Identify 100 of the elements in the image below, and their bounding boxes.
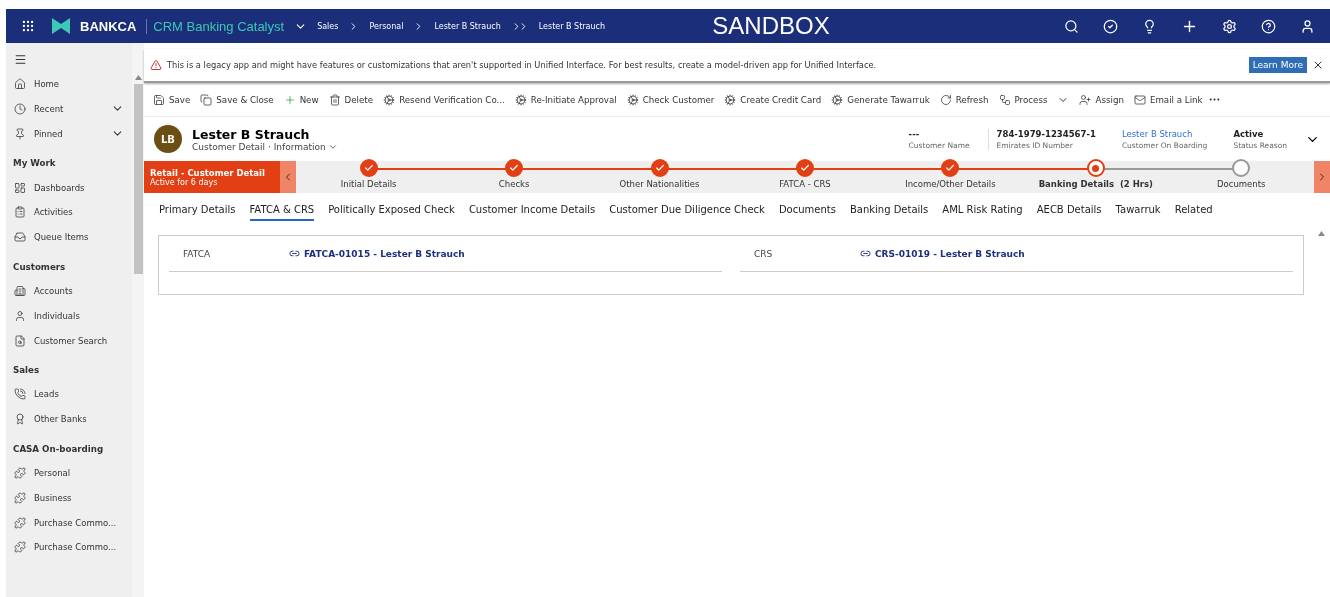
stage-label: Other Nationalities <box>619 179 700 189</box>
person-icon <box>1300 18 1315 34</box>
building-icon <box>14 284 26 297</box>
field-link[interactable]: Lester B Strauch <box>1121 128 1208 139</box>
save-icon <box>153 93 165 106</box>
stage-label: FATCA - CRS <box>779 179 831 189</box>
command-button[interactable]: Save & Close <box>195 93 279 106</box>
sidebar-item[interactable]: Customer Search <box>34 335 108 346</box>
gear-icon <box>724 93 737 106</box>
breadcrumb[interactable]: Lester B Strauch <box>538 21 605 31</box>
menu-icon[interactable] <box>14 52 27 66</box>
stage-node[interactable] <box>1086 159 1105 177</box>
field-label: CRS <box>753 248 774 259</box>
sidebar-item[interactable]: Other Banks <box>34 414 87 425</box>
command-button[interactable]: Process <box>993 93 1075 106</box>
close-icon[interactable] <box>1312 59 1324 71</box>
command-button[interactable]: Check Customer <box>621 93 720 106</box>
field-value: Active <box>1233 128 1265 139</box>
process-flag[interactable]: Retail - Customer Detail Active for 6 days <box>144 161 280 193</box>
tab[interactable]: Customer Income Details <box>468 199 596 221</box>
dashboard-icon <box>14 181 26 194</box>
check-icon <box>363 163 374 173</box>
stage-node[interactable] <box>941 159 960 177</box>
lookup-link[interactable]: FATCA-01015 - Lester B Strauch <box>289 248 465 259</box>
tab[interactable]: Tawarruk <box>1115 199 1161 221</box>
mail-icon <box>1133 93 1146 106</box>
breadcrumb[interactable]: Personal <box>369 21 404 31</box>
sidebar-heading: Customers <box>12 260 67 274</box>
process-name: Retail - Customer Detail <box>150 167 266 178</box>
lookup-link[interactable]: CRS-01019 - Lester B Strauch <box>860 248 1025 259</box>
check-icon <box>799 163 810 173</box>
clock-icon <box>14 103 26 115</box>
lightbulb-icon <box>1142 18 1157 34</box>
scroll-up-icon[interactable] <box>1317 231 1325 236</box>
flow-icon <box>998 93 1011 106</box>
stage-node[interactable] <box>505 159 524 177</box>
sidebar-item[interactable]: Activities <box>34 207 73 218</box>
app-name: CRM Banking Catalyst <box>146 18 285 34</box>
breadcrumb[interactable]: Sales <box>317 21 339 31</box>
sidebar-item[interactable]: Business <box>34 492 72 503</box>
tab[interactable]: Customer Due Diligence Check <box>609 199 765 221</box>
command-button[interactable]: Resend Verification Co... <box>378 93 510 106</box>
brand-name: BANKCA <box>80 18 137 34</box>
puzzle-icon <box>14 541 26 554</box>
sidebar-item[interactable]: Accounts <box>34 285 73 296</box>
check-icon <box>945 163 956 173</box>
tab[interactable]: Documents <box>778 199 836 221</box>
stage-node[interactable] <box>650 159 669 177</box>
form-selector[interactable]: Customer Detail · Information <box>192 141 338 152</box>
record-title: Lester B Strauch <box>192 126 311 142</box>
sidebar-item[interactable]: Queue Items <box>34 232 89 243</box>
sidebar-item[interactable]: Pinned <box>34 128 103 139</box>
command-button[interactable]: New <box>278 93 324 106</box>
sidebar-item[interactable]: Recent <box>34 104 103 114</box>
check-circle-icon <box>1103 18 1118 34</box>
learn-more-button[interactable]: Learn More <box>1248 57 1307 73</box>
link-icon <box>860 248 871 259</box>
sidebar-item[interactable]: Purchase Commo... <box>34 517 117 528</box>
sidebar-item[interactable]: Personal <box>34 467 71 478</box>
command-button[interactable]: Generate Tawarruk <box>826 93 935 106</box>
pin-icon <box>14 127 26 140</box>
sidebar-item[interactable]: Home <box>34 79 124 90</box>
stage-node[interactable] <box>1232 159 1251 177</box>
gear-icon <box>626 93 639 106</box>
stage-node[interactable] <box>795 159 814 177</box>
stage-node[interactable] <box>359 159 378 177</box>
command-button[interactable]: Create Credit Card <box>719 93 827 106</box>
sidebar-item[interactable]: Dashboards <box>34 182 85 193</box>
command-button[interactable]: Refresh <box>934 93 994 106</box>
sidebar-item[interactable]: Purchase Commo... <box>34 542 117 553</box>
scroll-up-icon[interactable] <box>134 75 142 80</box>
tab[interactable]: Primary Details <box>159 199 236 221</box>
refresh-icon <box>939 93 952 106</box>
puzzle-icon <box>14 491 26 504</box>
search-icon <box>1064 18 1079 34</box>
sidebar-item[interactable]: Individuals <box>34 310 80 321</box>
sidebar-item[interactable]: Leads <box>34 389 59 400</box>
tab[interactable]: Politically Exposed Check <box>328 199 455 221</box>
command-button[interactable]: Save <box>148 93 196 106</box>
check-icon <box>654 163 665 173</box>
tab[interactable]: Banking Details <box>849 199 929 221</box>
tab[interactable]: Related <box>1174 199 1213 221</box>
tab[interactable]: AECB Details <box>1036 199 1102 221</box>
person-add-icon <box>1079 93 1092 106</box>
grid-icon <box>21 19 35 33</box>
trash-icon <box>328 93 341 106</box>
puzzle-icon <box>14 516 26 529</box>
command-button[interactable]: Re-Initiate Approval <box>509 93 622 106</box>
stage-label: Documents <box>1217 179 1266 189</box>
command-button[interactable]: Delete <box>323 93 379 106</box>
breadcrumb[interactable]: Lester B Strauch <box>434 21 501 31</box>
sidebar-heading: My Work <box>12 157 57 171</box>
scrollbar[interactable] <box>132 43 144 597</box>
tab[interactable]: AML Risk Rating <box>942 199 1023 221</box>
person-icon <box>14 309 26 322</box>
tab[interactable]: FATCA & CRS <box>249 199 315 221</box>
command-button[interactable]: Email a Link <box>1128 93 1208 106</box>
command-button[interactable]: Assign <box>1074 93 1129 106</box>
phone-icon <box>14 388 26 401</box>
clipboard-icon <box>14 206 26 219</box>
